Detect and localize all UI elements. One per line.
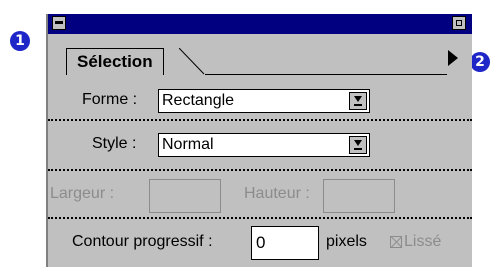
shape-select-value: Rectangle — [162, 92, 235, 109]
selection-palette: Sélection Forme : Rectangle Style : Norm… — [46, 14, 472, 267]
tab-edge — [179, 48, 205, 75]
style-label: Style : — [92, 135, 137, 152]
zoom-box-icon[interactable] — [452, 16, 466, 30]
style-row: Style : Normal — [48, 129, 472, 159]
width-field[interactable] — [149, 179, 221, 213]
feather-field[interactable]: 0 — [251, 226, 319, 260]
callout-marker-2: 2 — [470, 52, 490, 72]
divider — [48, 119, 472, 121]
callout-marker-1: 1 — [10, 31, 30, 51]
divider — [48, 217, 472, 219]
height-label: Hauteur : — [244, 185, 310, 202]
shape-row: Forme : Rectangle — [48, 86, 472, 116]
tab-baseline — [205, 74, 447, 75]
height-field[interactable] — [323, 179, 395, 213]
callout-marker-2-text: 2 — [475, 54, 485, 70]
feather-label: Contour progressif : — [72, 233, 213, 250]
feather-unit-label: pixels — [326, 233, 367, 250]
palette-menu-arrow-icon[interactable] — [448, 50, 458, 66]
style-select-value: Normal — [162, 136, 214, 153]
antialias-label: Lissé — [404, 233, 442, 250]
divider — [48, 169, 472, 171]
size-row: Largeur : Hauteur : — [48, 174, 472, 214]
antialias-checkbox[interactable] — [390, 236, 402, 248]
shape-select[interactable]: Rectangle — [158, 89, 370, 113]
tab-selection[interactable]: Sélection — [66, 48, 164, 75]
shape-label: Forme : — [82, 91, 138, 108]
shape-dropdown-icon[interactable] — [349, 92, 367, 110]
callout-marker-1-text: 1 — [15, 33, 25, 49]
feather-field-value: 0 — [256, 233, 266, 252]
style-select[interactable]: Normal — [158, 133, 370, 157]
palette-titlebar[interactable] — [48, 14, 472, 34]
feather-row: Contour progressif : 0 pixels Lissé — [48, 222, 472, 262]
collapse-box-icon[interactable] — [52, 16, 66, 30]
width-label: Largeur : — [50, 185, 115, 202]
tab-selection-label: Sélection — [77, 52, 153, 71]
palette-tab-row: Sélection — [48, 36, 472, 82]
style-dropdown-icon[interactable] — [349, 136, 367, 154]
